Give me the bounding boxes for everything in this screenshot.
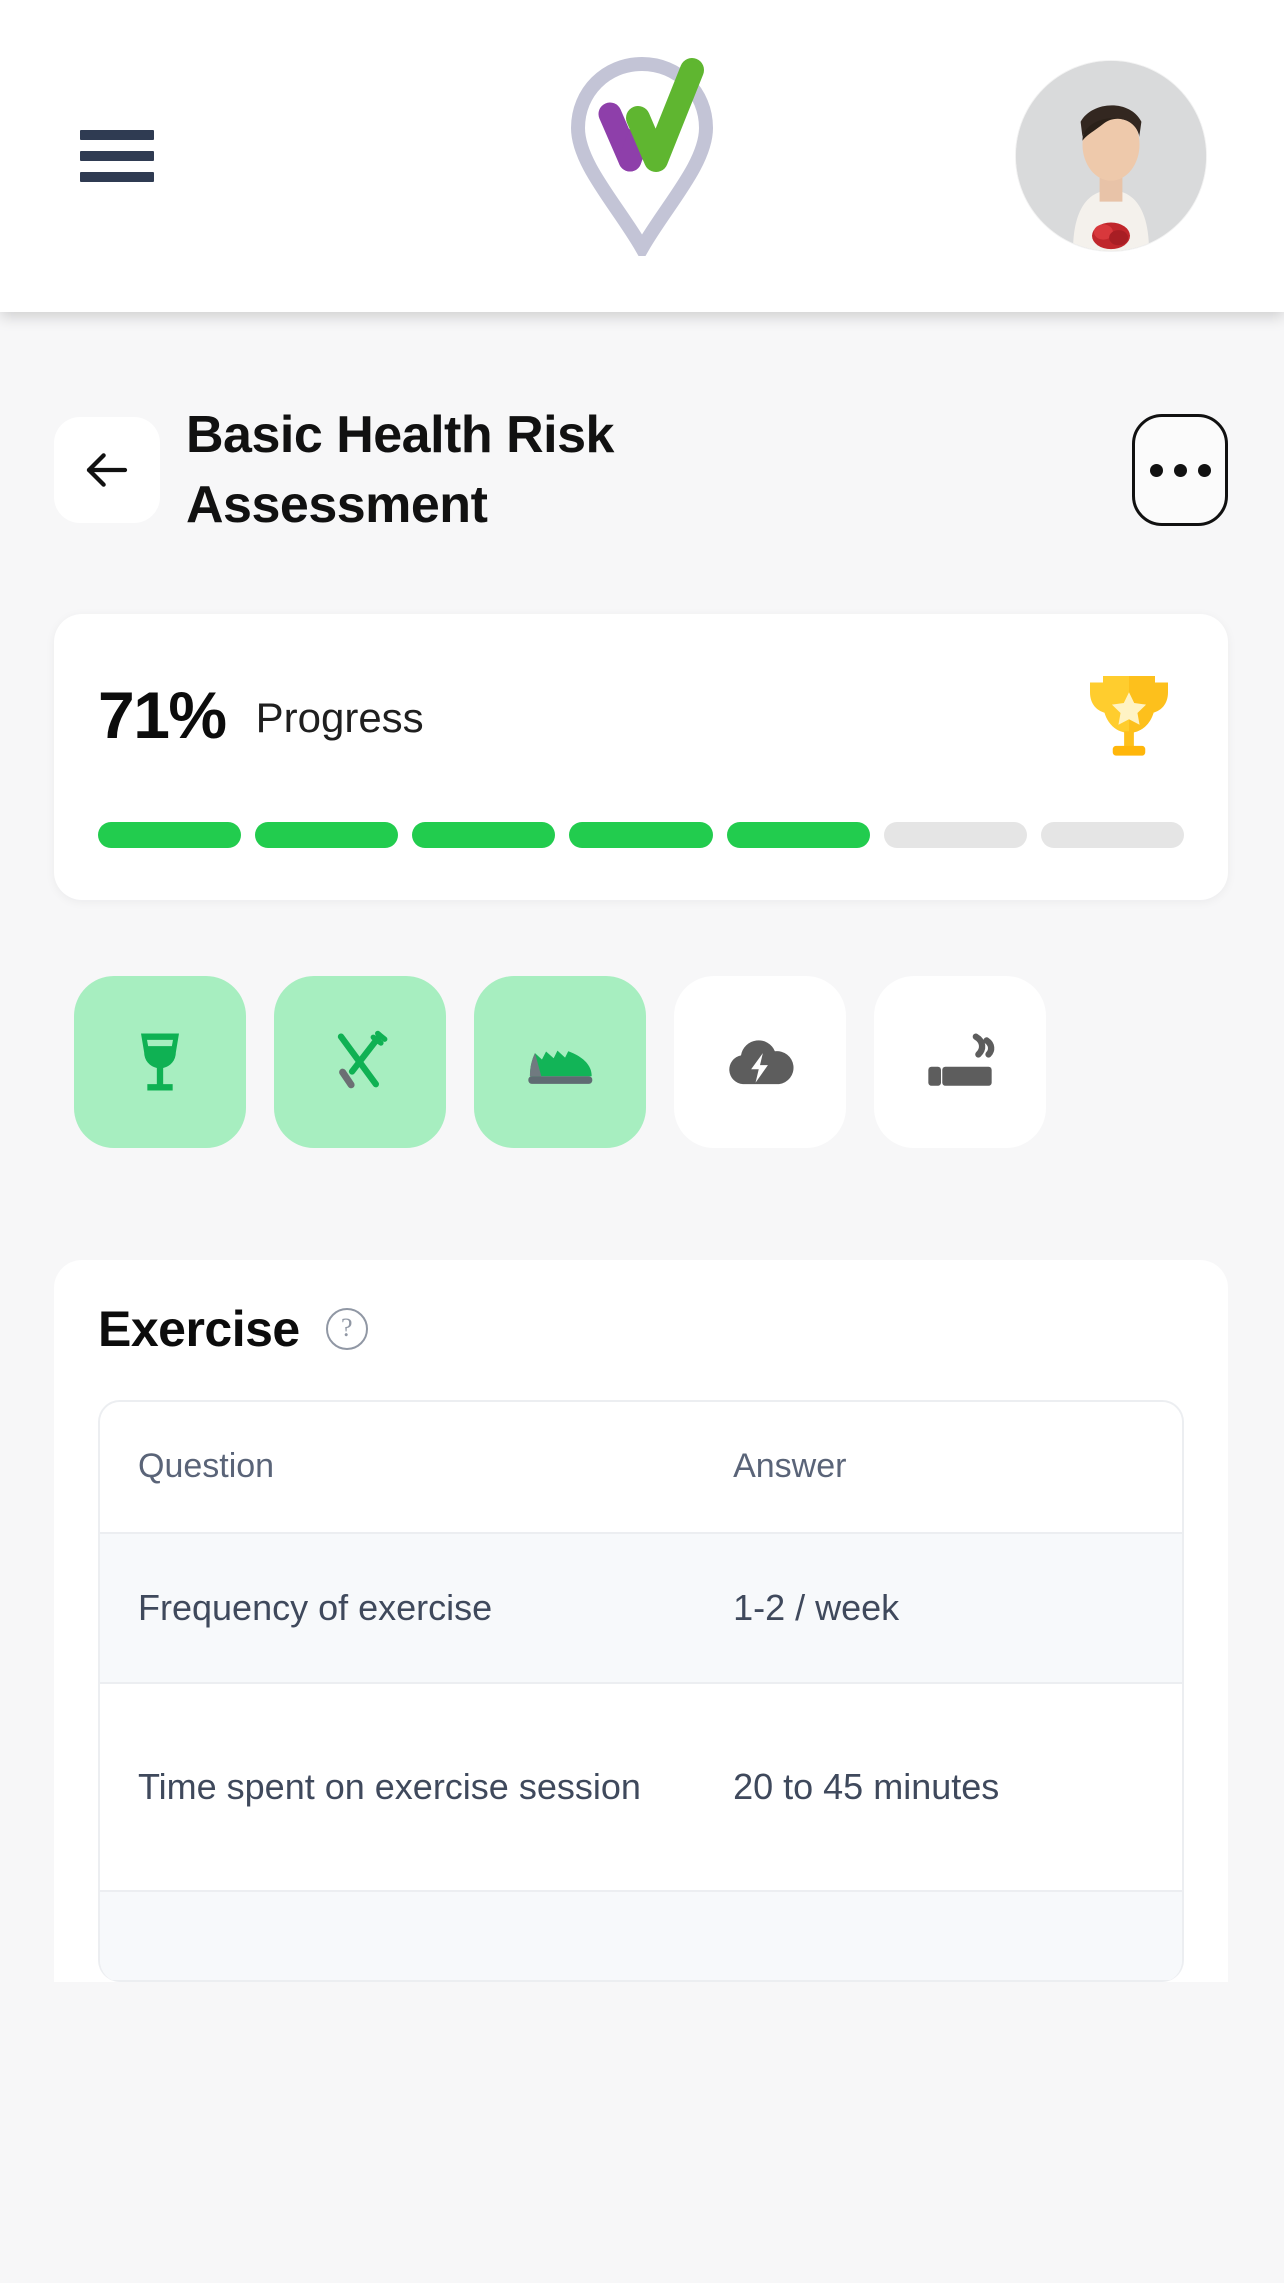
progress-segment [726,822,870,849]
progress-percent: 71% [98,678,227,753]
table-row: Time spent on exercise session 20 to 45 … [100,1684,1182,1893]
category-tile-exercise[interactable] [474,976,646,1149]
table-cell-question: Time spent on exercise session [138,1766,641,1808]
progress-segment [569,822,713,849]
column-header-question: Question [138,1447,275,1486]
fork-knife-icon [337,1031,388,1089]
cigarette-icon [928,1033,995,1087]
category-tile-smoking[interactable] [874,976,1046,1149]
ellipsis-icon [1149,463,1163,477]
category-tile-alcohol[interactable] [74,976,246,1149]
progress-segment [1040,822,1184,849]
user-avatar-photo[interactable] [1016,61,1206,251]
question-answer-table: Question Answer Frequency of exercise 1-… [98,1400,1184,1983]
ellipsis-icon [1173,463,1187,477]
table-cell-question: Frequency of exercise [138,1587,493,1629]
progress-segment [412,822,556,849]
hamburger-bar [80,130,154,140]
progress-segment [255,822,399,849]
progress-summary: 71% Progress [98,660,1184,770]
hamburger-bar [80,172,154,182]
wellteq-pin-check-logo[interactable] [558,56,726,256]
table-cell-answer: 20 to 45 minutes [733,1766,1000,1808]
table-cell-question [100,1902,695,1970]
trophy-icon [1074,660,1184,770]
arrow-left-icon [86,453,128,487]
category-tile-nutrition[interactable] [274,976,446,1149]
table-cell-answer [695,1902,1182,1970]
back-button[interactable] [54,417,160,524]
wine-glass-icon [141,1033,179,1091]
section-header: Exercise ? [98,1304,1184,1354]
table-cell-answer: 1-2 / week [733,1587,900,1629]
progress-card: 71% Progress [54,614,1228,901]
hamburger-menu-icon[interactable] [80,126,154,186]
progress-label: Progress [255,694,424,742]
progress-segment [883,822,1027,849]
page-body: Basic Health Risk Assessment 71% Progres… [0,312,1284,2283]
exercise-section-card: Exercise ? Question Answer Frequency of … [54,1260,1228,1983]
page-title-bar: Basic Health Risk Assessment [0,312,1284,540]
question-mark-circle-icon[interactable]: ? [325,1308,368,1351]
column-header-answer: Answer [733,1447,847,1486]
progress-segment [98,822,242,849]
more-options-button[interactable] [1132,414,1228,527]
sneaker-shoe-icon [528,1050,593,1085]
table-header-row: Question Answer [100,1402,1182,1535]
table-row [100,1892,1182,1983]
app-header [0,0,1284,312]
hamburger-bar [80,151,154,161]
category-tile-stress[interactable] [674,976,846,1149]
section-title: Exercise [98,1301,300,1358]
ellipsis-icon [1197,463,1211,477]
progress-segment-bar [98,822,1184,849]
category-icon-strip[interactable] [0,900,1284,1149]
page-title: Basic Health Risk Assessment [186,406,614,535]
table-row: Frequency of exercise 1-2 / week [100,1534,1182,1685]
cloud-lightning-icon [729,1040,794,1085]
